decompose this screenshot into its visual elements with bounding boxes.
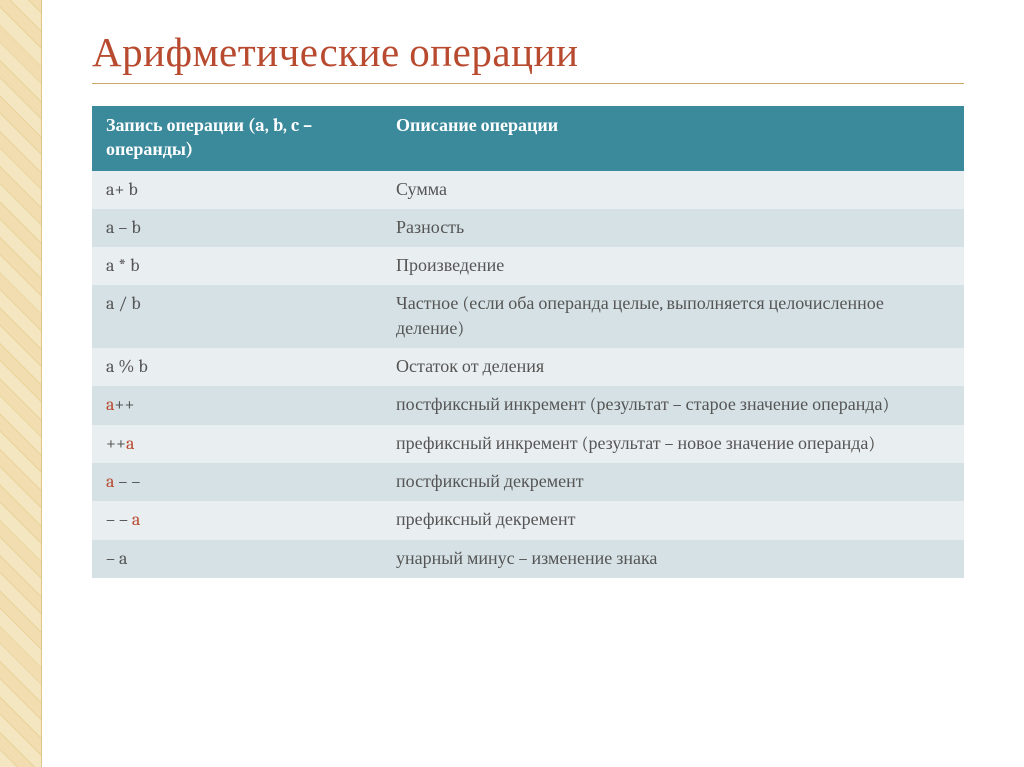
op-cell: a % b [92, 348, 382, 386]
op-cell: ++a [92, 425, 382, 463]
table-row: a * b Произведение [92, 247, 964, 285]
table-row: – a унарный минус – изменение знака [92, 540, 964, 578]
op-cell: a+ b [92, 171, 382, 209]
title-underline [92, 83, 964, 84]
slide-content: Арифметические операции Запись операции … [42, 0, 1024, 767]
header-col1: Запись операции (a, b, c – операнды) [92, 106, 382, 171]
desc-cell: Произведение [382, 247, 964, 285]
desc-cell: Разность [382, 209, 964, 247]
desc-cell: постфиксный декремент [382, 463, 964, 501]
table-row: – – a префиксный декремент [92, 501, 964, 539]
desc-cell: унарный минус – изменение знака [382, 540, 964, 578]
op-cell: a * b [92, 247, 382, 285]
desc-cell: Сумма [382, 171, 964, 209]
table-row: a % b Остаток от деления [92, 348, 964, 386]
op-cell: a++ [92, 386, 382, 424]
desc-cell: префиксный декремент [382, 501, 964, 539]
table-row: a++ постфиксный инкремент (результат – с… [92, 386, 964, 424]
desc-cell: Остаток от деления [382, 348, 964, 386]
slide-title: Арифметические операции [92, 28, 964, 77]
decorative-border [0, 0, 42, 767]
table-row: a / b Частное (если оба операнда целые, … [92, 285, 964, 348]
op-cell: a / b [92, 285, 382, 348]
desc-cell: префиксный инкремент (результат – новое … [382, 425, 964, 463]
table-row: a – – постфиксный декремент [92, 463, 964, 501]
op-cell: a – – [92, 463, 382, 501]
desc-cell: постфиксный инкремент (результат – старо… [382, 386, 964, 424]
table-header-row: Запись операции (a, b, c – операнды) Опи… [92, 106, 964, 171]
table-row: a – b Разность [92, 209, 964, 247]
header-col2: Описание операции [382, 106, 964, 171]
desc-cell: Частное (если оба операнда целые, выполн… [382, 285, 964, 348]
table-row: a+ b Сумма [92, 171, 964, 209]
operations-table: Запись операции (a, b, c – операнды) Опи… [92, 106, 964, 578]
table-row: ++a префиксный инкремент (результат – но… [92, 425, 964, 463]
op-cell: – a [92, 540, 382, 578]
op-cell: – – a [92, 501, 382, 539]
op-cell: a – b [92, 209, 382, 247]
